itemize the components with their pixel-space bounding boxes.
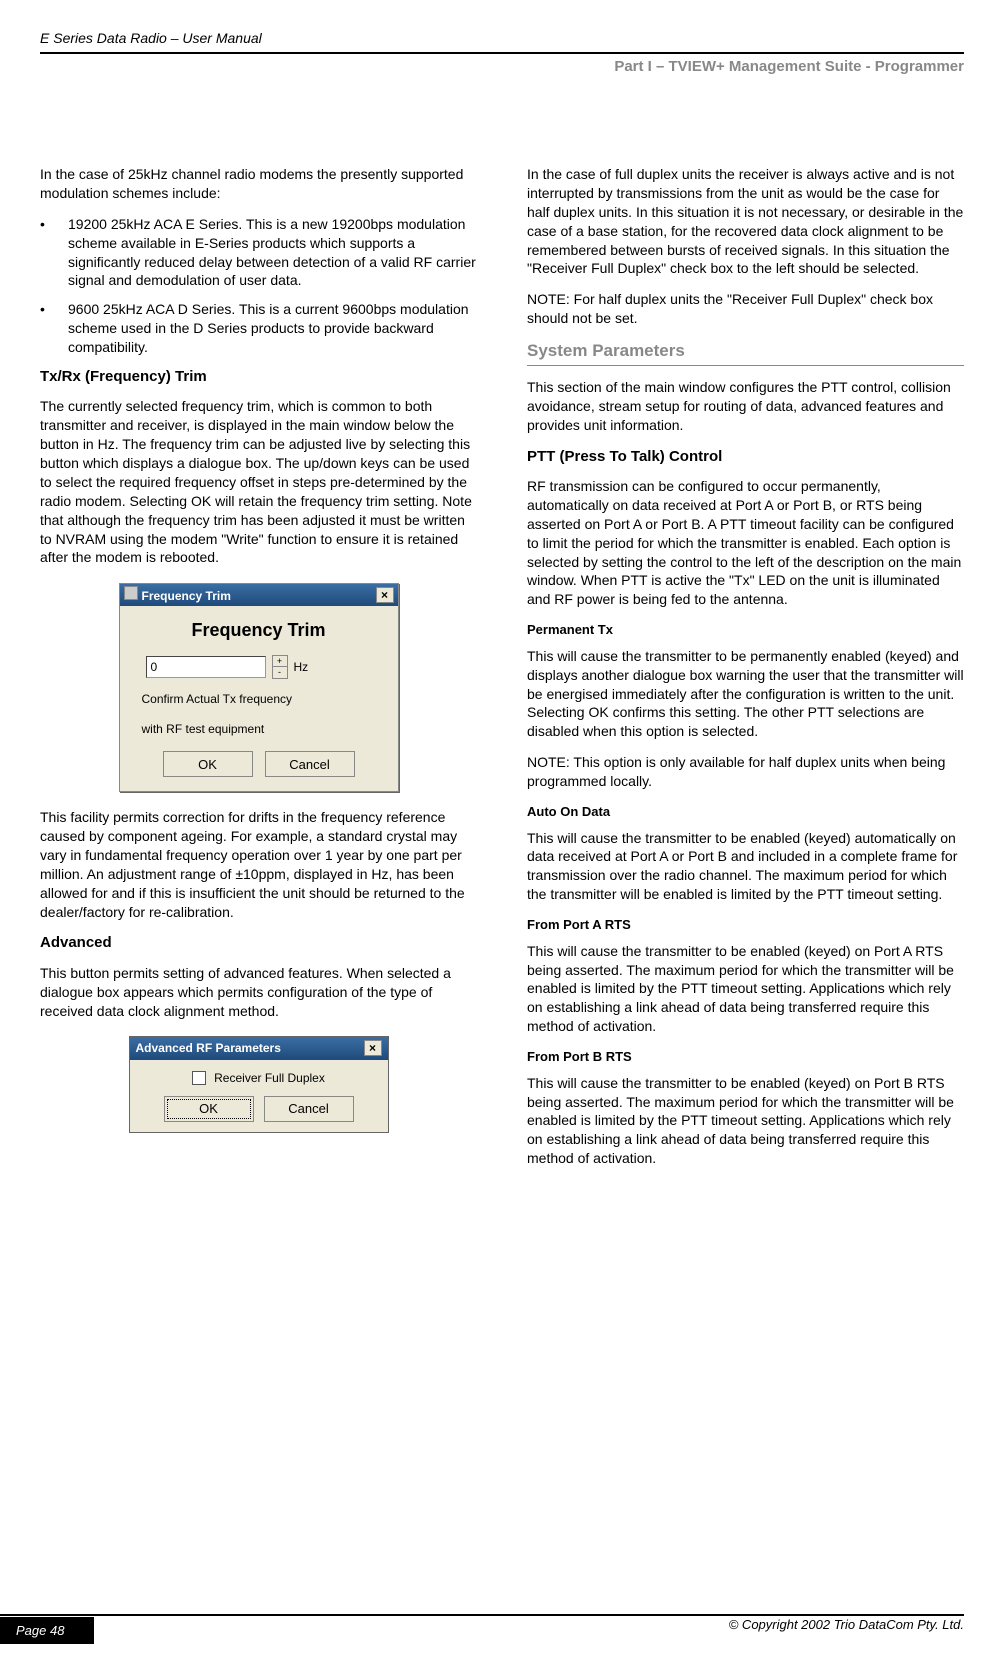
cancel-button[interactable]: Cancel — [265, 751, 355, 777]
close-icon[interactable]: × — [364, 1040, 382, 1056]
system-parameters-intro: This section of the main window configur… — [527, 378, 964, 435]
receiver-full-duplex-checkbox[interactable] — [192, 1071, 206, 1085]
confirm-note-line2: with RF test equipment — [136, 721, 382, 737]
from-port-a-rts-paragraph: This will cause the transmitter to be en… — [527, 942, 964, 1036]
permanent-tx-heading: Permanent Tx — [527, 621, 964, 639]
spinner-down-icon[interactable]: - — [273, 667, 287, 678]
ptt-paragraph: RF transmission can be configured to occ… — [527, 477, 964, 609]
ptt-heading: PTT (Press To Talk) Control — [527, 447, 964, 467]
frequency-offset-input[interactable]: 0 — [146, 656, 266, 678]
running-header: E Series Data Radio – User Manual — [40, 30, 964, 54]
unit-label: Hz — [294, 659, 309, 675]
auto-on-data-heading: Auto On Data — [527, 803, 964, 821]
from-port-b-rts-paragraph: This will cause the transmitter to be en… — [527, 1074, 964, 1168]
app-icon — [124, 586, 138, 600]
facility-paragraph: This facility permits correction for dri… — [40, 808, 477, 921]
frequency-trim-dialog: Frequency Trim × Frequency Trim 0 + - Hz… — [119, 583, 399, 792]
advanced-paragraph: This button permits setting of advanced … — [40, 964, 477, 1021]
auto-on-data-paragraph: This will cause the transmitter to be en… — [527, 829, 964, 905]
from-port-b-rts-heading: From Port B RTS — [527, 1048, 964, 1066]
bullet-text: 9600 25kHz ACA D Series. This is a curre… — [68, 300, 477, 357]
checkbox-label: Receiver Full Duplex — [214, 1070, 325, 1086]
ok-button[interactable]: OK — [163, 751, 253, 777]
cancel-button[interactable]: Cancel — [264, 1096, 354, 1122]
copyright-text: © Copyright 2002 Trio DataCom Pty. Ltd. — [729, 1617, 964, 1644]
part-section-header: Part I – TVIEW+ Management Suite - Progr… — [40, 58, 964, 75]
permanent-tx-note: NOTE: This option is only available for … — [527, 753, 964, 791]
from-port-a-rts-heading: From Port A RTS — [527, 916, 964, 934]
dialog-heading: Frequency Trim — [136, 618, 382, 642]
system-parameters-heading: System Parameters — [527, 340, 964, 366]
close-icon[interactable]: × — [376, 587, 394, 603]
spinner-up-icon[interactable]: + — [273, 656, 287, 667]
modulation-intro: In the case of 25kHz channel radio modem… — [40, 165, 477, 203]
bullet-item: • 9600 25kHz ACA D Series. This is a cur… — [40, 300, 477, 357]
page-footer: Page 48 © Copyright 2002 Trio DataCom Pt… — [0, 1611, 1004, 1644]
txrx-heading: Tx/Rx (Frequency) Trim — [40, 367, 477, 387]
bullet-marker: • — [40, 300, 68, 357]
dialog-titlebar: Advanced RF Parameters × — [130, 1037, 388, 1059]
left-column: In the case of 25kHz channel radio modem… — [40, 165, 477, 1180]
dialog-title: Advanced RF Parameters — [136, 1040, 281, 1056]
bullet-marker: • — [40, 215, 68, 291]
bullet-item: • 19200 25kHz ACA E Series. This is a ne… — [40, 215, 477, 291]
bullet-text: 19200 25kHz ACA E Series. This is a new … — [68, 215, 477, 291]
right-column: In the case of full duplex units the rec… — [527, 165, 964, 1180]
half-duplex-note: NOTE: For half duplex units the "Receive… — [527, 290, 964, 328]
ok-button[interactable]: OK — [164, 1096, 254, 1122]
dialog-title: Frequency Trim — [142, 589, 231, 603]
advanced-rf-dialog: Advanced RF Parameters × Receiver Full D… — [129, 1036, 389, 1132]
duplex-paragraph: In the case of full duplex units the rec… — [527, 165, 964, 278]
confirm-note-line1: Confirm Actual Tx frequency — [136, 691, 382, 707]
permanent-tx-paragraph: This will cause the transmitter to be pe… — [527, 647, 964, 741]
frequency-spinner[interactable]: + - — [272, 655, 288, 679]
txrx-paragraph: The currently selected frequency trim, w… — [40, 397, 477, 567]
advanced-heading: Advanced — [40, 933, 477, 953]
dialog-titlebar: Frequency Trim × — [120, 584, 398, 606]
page-number: Page 48 — [0, 1617, 94, 1644]
